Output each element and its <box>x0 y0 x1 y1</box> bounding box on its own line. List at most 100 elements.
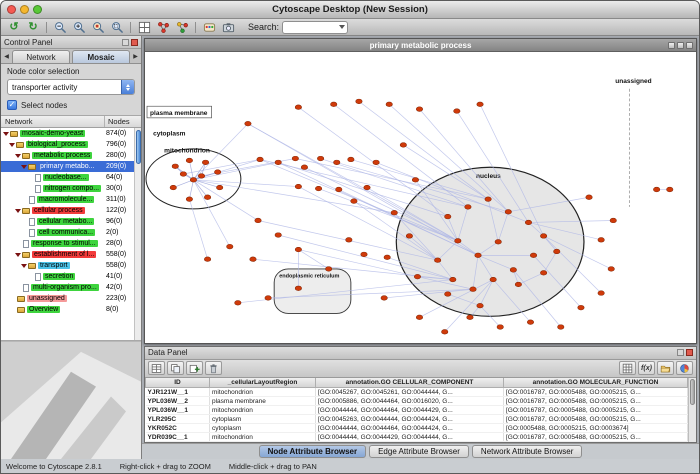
cell-region[interactable]: cytoplasm <box>210 415 316 424</box>
tree-row-response-to-stimulus[interactable]: response to stimul...28(0) <box>1 238 141 249</box>
column-header-nodes[interactable]: Nodes <box>105 116 141 127</box>
cell-cc[interactable]: [GO:0044444, GO:0044464, GO:0044429, G..… <box>316 406 504 415</box>
tree-row-metabolic-process[interactable]: metabolic process280(0) <box>1 150 141 161</box>
cell-id[interactable]: YPL036W__1 <box>146 406 210 415</box>
cell-cc[interactable]: [GO:0044444, GO:0044429, GO:0044444, G..… <box>316 433 504 442</box>
column-header-molecular-function[interactable]: annotation.GO MOLECULAR_FUNCTION <box>504 378 688 388</box>
tree-row-primary-metabolic[interactable]: primary metabo...209(0) <box>1 161 141 172</box>
network-frame-titlebar[interactable]: primary metabolic process <box>145 39 696 52</box>
search-input[interactable] <box>283 22 336 33</box>
table-scrollbar-thumb[interactable] <box>690 379 695 405</box>
new-attribute-button[interactable] <box>186 361 203 375</box>
table-row[interactable]: YPL036W__2plasma membrane[GO:0005886, GO… <box>146 397 688 406</box>
table-row[interactable]: YPL036W__1mitochondrion[GO:0044444, GO:0… <box>146 406 688 415</box>
network-overview-thumbnail[interactable] <box>1 341 141 459</box>
cell-id[interactable]: YDR039C__1 <box>146 433 210 442</box>
column-header-cellular-component[interactable]: annotation.GO CELLULAR_COMPONENT <box>316 378 504 388</box>
cell-region[interactable]: cytoplasm <box>210 424 316 433</box>
search-dropdown-button[interactable] <box>336 22 347 33</box>
tree-row-unassigned[interactable]: unassigned223(0) <box>1 293 141 304</box>
frame-maximize-icon[interactable] <box>677 42 684 49</box>
rotate-cw-button[interactable]: ↻ <box>24 20 42 35</box>
tree-row-biological-process[interactable]: biological_process796(0) <box>1 139 141 150</box>
network-from-selection-button[interactable] <box>173 20 191 35</box>
tree-row-secretion[interactable]: secretion41(0) <box>1 271 141 282</box>
tab-scroll-left-button[interactable]: ◀ <box>2 50 11 63</box>
import-attributes-button[interactable] <box>657 361 674 375</box>
overview-grid-button[interactable] <box>135 20 153 35</box>
tree-row-cell-communication[interactable]: cell communica...2(0) <box>1 227 141 238</box>
cell-id[interactable]: YKR052C <box>146 424 210 433</box>
color-attribute-dropdown[interactable]: transporter activity <box>7 79 135 95</box>
expand-arrow-icon[interactable] <box>9 143 15 147</box>
cell-region[interactable]: mitochondrion <box>210 433 316 442</box>
column-header-region[interactable]: _cellularLayoutRegion <box>210 378 316 388</box>
tree-scrollbar[interactable] <box>134 128 141 340</box>
expand-arrow-icon[interactable] <box>21 165 27 169</box>
tree-scrollbar-thumb[interactable] <box>136 130 141 164</box>
function-builder-button[interactable]: f(x) <box>638 361 655 375</box>
table-scrollbar[interactable] <box>688 378 696 443</box>
tab-network-attribute-browser[interactable]: Network Attribute Browser <box>472 445 582 458</box>
snapshot-button[interactable] <box>219 20 237 35</box>
zoom-out-button[interactable] <box>51 20 69 35</box>
cell-id[interactable]: YLR295C <box>146 415 210 424</box>
expand-arrow-icon[interactable] <box>15 154 21 158</box>
new-network-button[interactable] <box>154 20 172 35</box>
delete-attribute-button[interactable] <box>205 361 222 375</box>
network-svg[interactable]: plasma membrane cytoplasm mitochondrion … <box>145 52 696 343</box>
tree-row-cellular-process[interactable]: cellular process122(0) <box>1 205 141 216</box>
close-panel-icon[interactable] <box>686 349 693 356</box>
tree-row-macromolecule[interactable]: macromolecule...311(0) <box>1 194 141 205</box>
close-window-button[interactable] <box>7 5 16 14</box>
vizmapper-button[interactable] <box>200 20 218 35</box>
cell-region[interactable]: plasma membrane <box>210 397 316 406</box>
tree-row-nitrogen-compound[interactable]: nitrogen compo...30(0) <box>1 183 141 194</box>
expand-arrow-icon[interactable] <box>3 132 9 136</box>
column-header-id[interactable]: ID <box>146 378 210 388</box>
float-panel-icon[interactable] <box>122 39 129 46</box>
copy-attributes-button[interactable] <box>167 361 184 375</box>
cell-region[interactable]: mitochondrion <box>210 406 316 415</box>
tab-scroll-right-button[interactable]: ▶ <box>131 50 140 63</box>
tree-row-cellular-metabolic[interactable]: cellular metabo...96(0) <box>1 216 141 227</box>
cell-mf[interactable]: [GO:0016787, GO:0005488, GO:0005215, G..… <box>504 406 688 415</box>
tree-row-multi-organism[interactable]: multi-organism pro...42(0) <box>1 282 141 293</box>
window-titlebar[interactable]: Cytoscape Desktop (New Session) <box>1 1 699 19</box>
tree-row-overview[interactable]: Overview8(0) <box>1 304 141 315</box>
expand-arrow-icon[interactable] <box>15 253 21 257</box>
network-canvas[interactable]: plasma membrane cytoplasm mitochondrion … <box>145 52 696 343</box>
cell-mf[interactable]: [GO:0005488, GO:0005215, GO:0003674] <box>504 424 688 433</box>
tree-row-mosaic-demo-yeast[interactable]: mosaic-demo-yeast874(0) <box>1 128 141 139</box>
tree-row-transport[interactable]: transport558(0) <box>1 260 141 271</box>
maximize-window-button[interactable] <box>33 5 42 14</box>
dropdown-arrows-icon[interactable] <box>121 80 134 94</box>
tab-node-attribute-browser[interactable]: Node Attribute Browser <box>259 445 367 458</box>
tab-edge-attribute-browser[interactable]: Edge Attribute Browser <box>369 445 469 458</box>
minimize-window-button[interactable] <box>20 5 29 14</box>
column-header-network[interactable]: Network <box>1 116 105 127</box>
cell-id[interactable]: YPL036W__2 <box>146 397 210 406</box>
cell-mf[interactable]: [GO:0016787, GO:0005488, GO:0005215, G..… <box>504 397 688 406</box>
frame-close-icon[interactable] <box>686 42 693 49</box>
tab-network[interactable]: Network <box>12 50 70 63</box>
cell-cc[interactable]: [GO:0044444, GO:0044464, GO:0044424, G..… <box>316 424 504 433</box>
table-row[interactable]: YKR052Ccytoplasm[GO:0044444, GO:0044464,… <box>146 424 688 433</box>
tree-row-nucleobase[interactable]: nucleobase...64(0) <box>1 172 141 183</box>
tab-mosaic[interactable]: Mosaic <box>72 50 130 63</box>
expand-arrow-icon[interactable] <box>15 209 21 213</box>
frame-minimize-icon[interactable] <box>668 42 675 49</box>
close-panel-icon[interactable] <box>131 39 138 46</box>
cell-id[interactable]: YJR121W__1 <box>146 388 210 397</box>
select-nodes-checkbox[interactable]: ✓ <box>7 100 17 110</box>
table-row[interactable]: YLR295Ccytoplasm[GO:0045263, GO:0044444,… <box>146 415 688 424</box>
cell-mf[interactable]: [GO:0016787, GO:0005488, GO:0005215, G..… <box>504 433 688 442</box>
table-row[interactable]: YJR121W__1mitochondrion[GO:0045267, GO:0… <box>146 388 688 397</box>
cell-cc[interactable]: [GO:0045267, GO:0045261, GO:0044444, G..… <box>316 388 504 397</box>
cell-mf[interactable]: [GO:0016787, GO:0005488, GO:0005215, G..… <box>504 415 688 424</box>
select-attributes-button[interactable] <box>148 361 165 375</box>
cell-mf[interactable]: [GO:0016787, GO:0005488, GO:0005215, G..… <box>504 388 688 397</box>
cell-cc[interactable]: [GO:0045263, GO:0044444, GO:0044424, G..… <box>316 415 504 424</box>
tree-row-establishment-of-localization[interactable]: establishment of l...558(0) <box>1 249 141 260</box>
cell-region[interactable]: mitochondrion <box>210 388 316 397</box>
